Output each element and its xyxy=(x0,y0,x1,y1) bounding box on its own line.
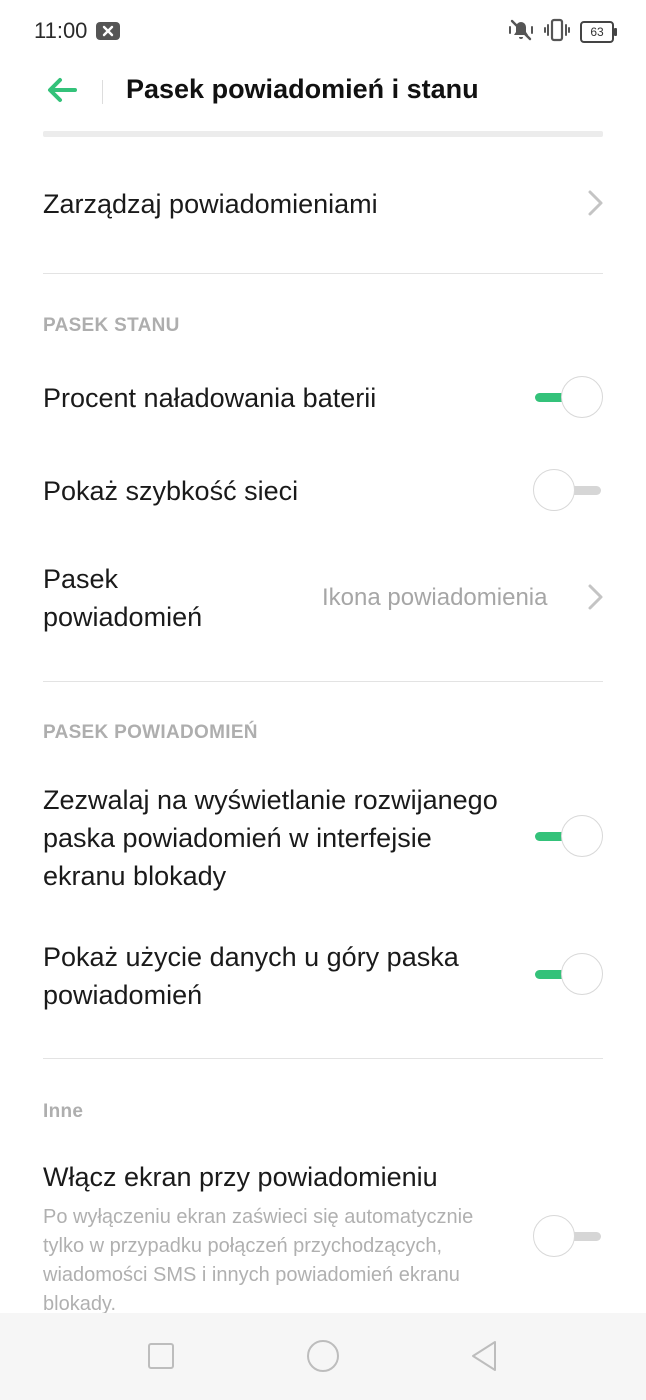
status-icons: 63 xyxy=(508,17,617,48)
app-bar-divider xyxy=(102,80,103,104)
network-speed-label: Pokaż szybkość sieci xyxy=(43,476,299,506)
battery-icon: 63 xyxy=(580,21,617,43)
chevron-right-icon xyxy=(586,583,606,611)
header-divider xyxy=(43,131,603,137)
mute-icon xyxy=(508,17,534,48)
status-bar: 11:00 63 xyxy=(0,0,646,62)
battery-percent-label: Procent naładowania baterii xyxy=(43,383,377,413)
data-usage-label: Pokaż użycie danych u góry paska powiado… xyxy=(43,942,459,1010)
home-icon xyxy=(306,1339,340,1378)
divider xyxy=(43,681,603,682)
page-title: Pasek powiadomień i stanu xyxy=(126,74,479,104)
manage-notifications-row[interactable]: Zarządzaj powiadomieniami xyxy=(0,160,646,250)
wake-screen-description: Po wyłączeniu ekran zaświeci się automat… xyxy=(43,1206,474,1313)
notification-bar-label: Pasek powiadomień xyxy=(43,564,203,632)
recent-apps-button[interactable] xyxy=(143,1340,179,1376)
home-button[interactable] xyxy=(305,1339,341,1378)
allow-lockscreen-label: Zezwalaj na wyświetlanie rozwijanego pas… xyxy=(43,785,498,891)
data-usage-toggle[interactable] xyxy=(533,953,603,997)
wake-screen-label: Włącz ekran przy powiadomieniu xyxy=(43,1162,438,1192)
battery-percent-toggle[interactable] xyxy=(533,376,603,420)
notification-bar-value: Ikona powiadomienia xyxy=(322,584,548,611)
allow-lockscreen-row[interactable]: Zezwalaj na wyświetlanie rozwijanego pas… xyxy=(0,778,646,896)
chevron-right-icon xyxy=(586,189,606,217)
app-bar: Pasek powiadomień i stanu xyxy=(0,62,646,124)
notification-bar-row[interactable]: Pasek powiadomień Ikona powiadomienia xyxy=(0,555,646,645)
section-header-notification-bar: PASEK POWIADOMIEŃ xyxy=(43,722,258,743)
notification-box-icon xyxy=(96,22,120,40)
vibrate-icon xyxy=(544,17,570,48)
navigation-bar xyxy=(0,1313,646,1400)
back-icon xyxy=(469,1339,499,1378)
arrow-left-icon xyxy=(46,76,78,109)
section-header-status-bar: PASEK STANU xyxy=(43,315,180,336)
wake-screen-toggle[interactable] xyxy=(533,1215,603,1259)
allow-lockscreen-toggle[interactable] xyxy=(533,815,603,859)
divider xyxy=(43,273,603,274)
status-time: 11:00 xyxy=(34,18,88,43)
network-speed-row[interactable]: Pokaż szybkość sieci xyxy=(0,452,646,532)
back-button[interactable] xyxy=(40,72,84,112)
network-speed-toggle[interactable] xyxy=(533,469,603,513)
manage-notifications-label: Zarządzaj powiadomieniami xyxy=(43,189,378,219)
divider xyxy=(43,1058,603,1059)
battery-percent-row[interactable]: Procent naładowania baterii xyxy=(0,360,646,440)
wake-screen-row[interactable]: Włącz ekran przy powiadomieniu Po wyłącz… xyxy=(0,1155,646,1313)
recent-apps-icon xyxy=(146,1341,176,1376)
section-header-other: Inne xyxy=(43,1101,84,1122)
data-usage-row[interactable]: Pokaż użycie danych u góry paska powiado… xyxy=(0,935,646,1015)
nav-back-button[interactable] xyxy=(466,1340,502,1376)
